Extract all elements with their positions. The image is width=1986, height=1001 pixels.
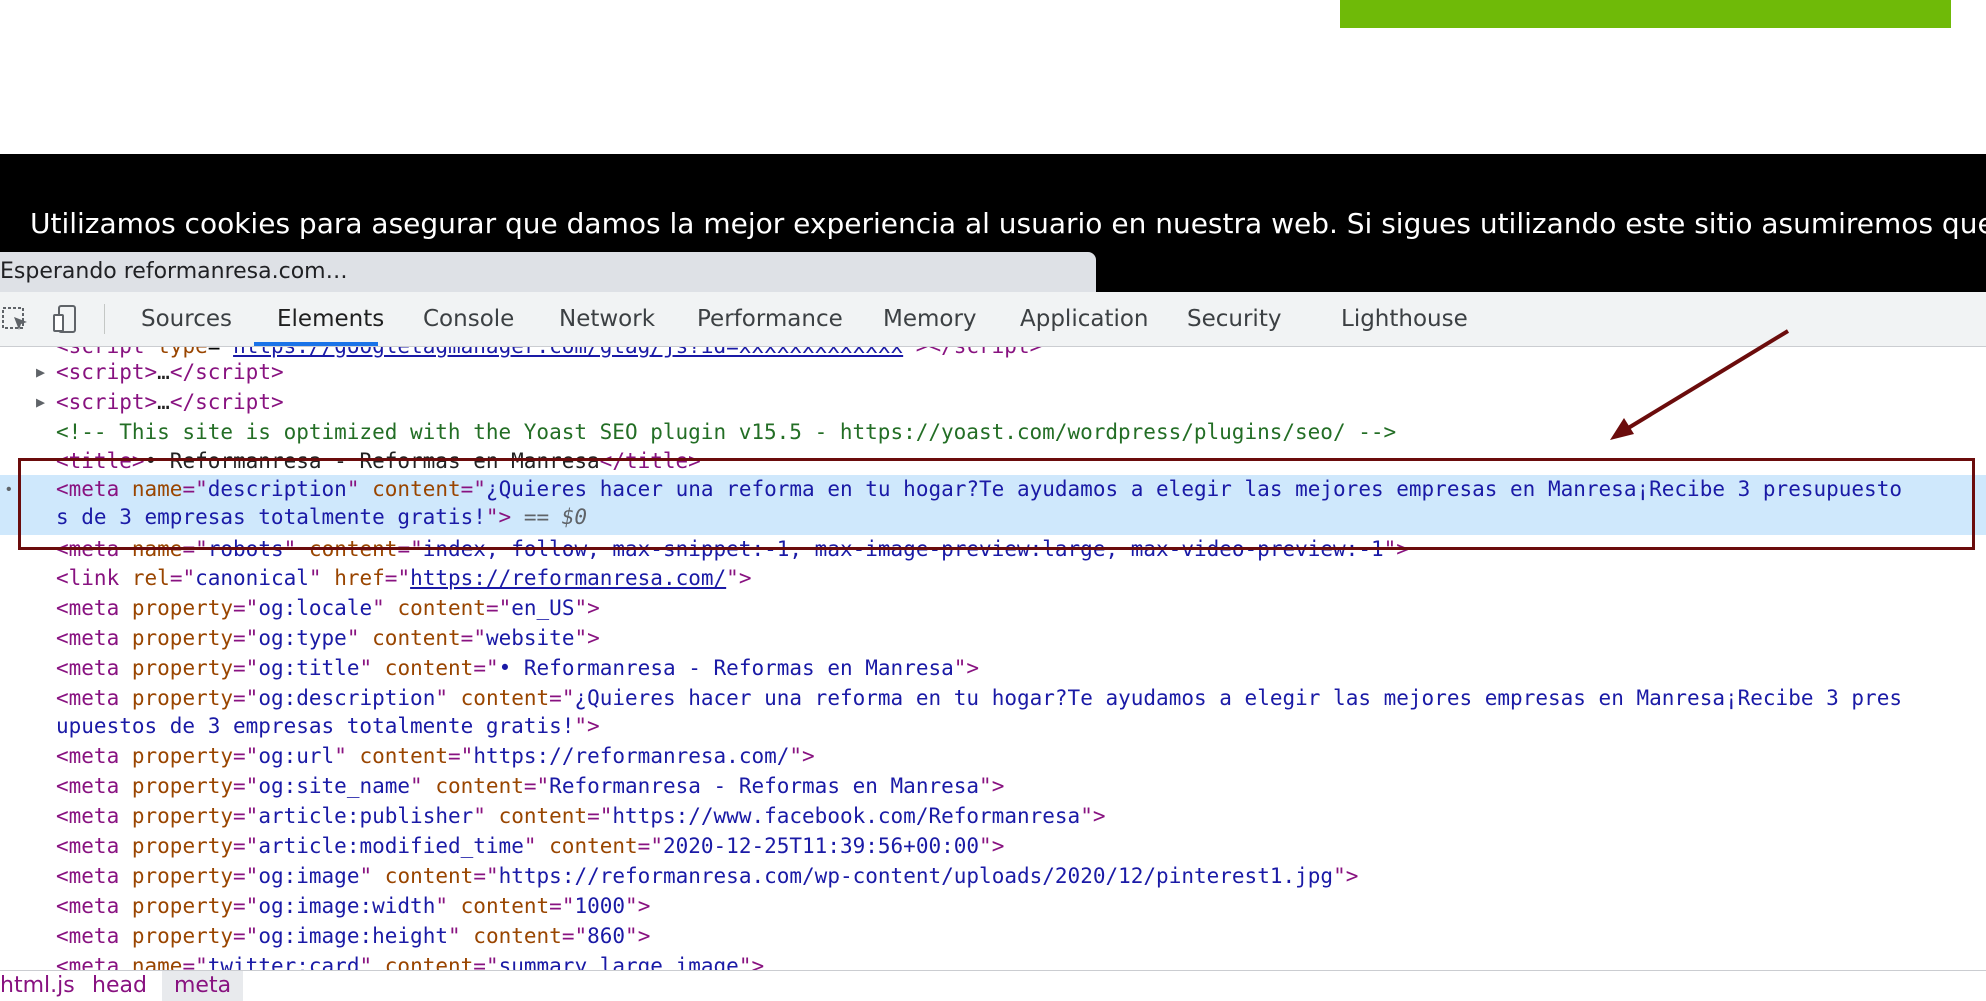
breadcrumb-html[interactable]: html.js: [0, 971, 75, 1001]
dom-breadcrumb: html.js head meta: [0, 970, 1986, 1001]
breadcrumb-meta[interactable]: meta: [162, 971, 244, 1001]
breadcrumb-head[interactable]: head: [92, 971, 147, 1001]
annotation-arrow-icon: [1610, 329, 1790, 440]
